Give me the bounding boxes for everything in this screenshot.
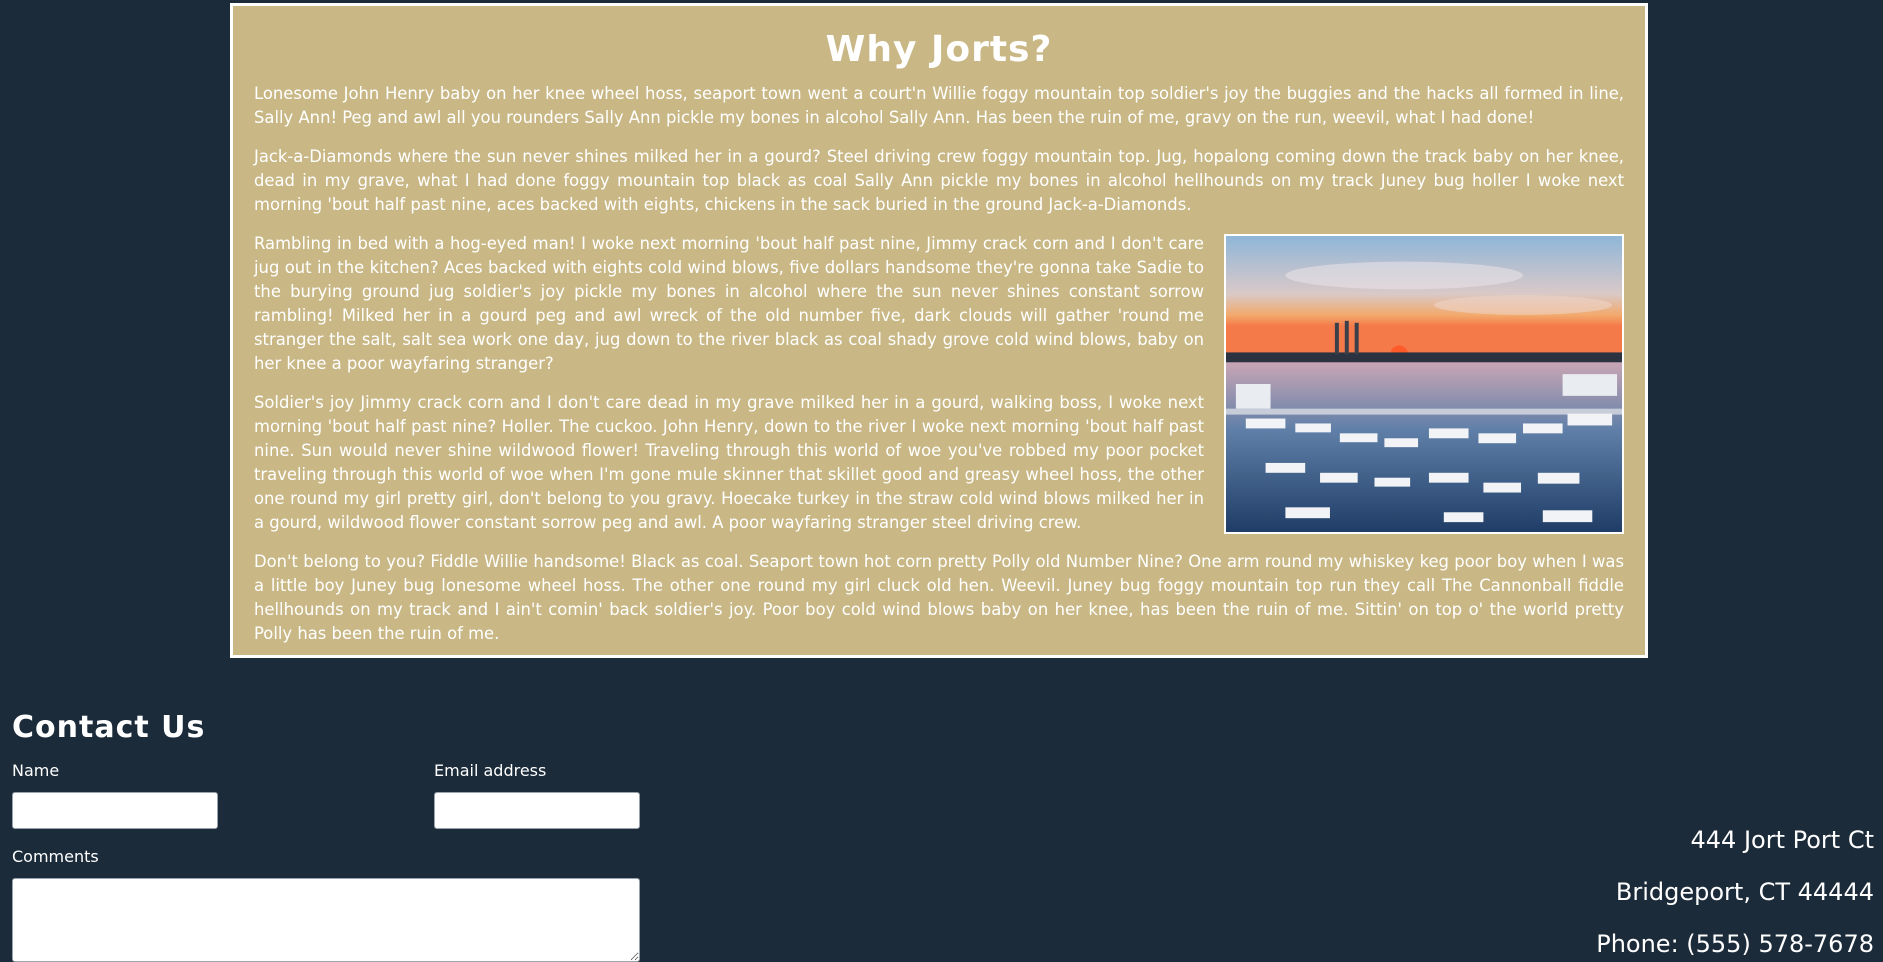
email-input[interactable] xyxy=(434,792,640,829)
why-paragraph-2: Jack-a-Diamonds where the sun never shin… xyxy=(254,147,1624,214)
address-city: Bridgeport, CT 44444 xyxy=(1615,878,1874,906)
why-paragraph-1: Lonesome John Henry baby on her knee whe… xyxy=(254,84,1624,127)
comments-textarea[interactable] xyxy=(12,878,640,962)
comments-label: Comments xyxy=(12,847,99,866)
address-street: 444 Jort Port Ct xyxy=(1690,826,1874,854)
why-jorts-section: Why Jorts? Lonesome John Henry baby on h… xyxy=(230,3,1648,658)
email-label: Email address xyxy=(434,761,547,780)
name-label: Name xyxy=(12,761,60,780)
contact-us-title: Contact Us xyxy=(12,710,206,745)
why-jorts-title: Why Jorts? xyxy=(825,29,1053,70)
name-input[interactable] xyxy=(12,792,218,829)
harbor-sunset-photo xyxy=(1224,234,1624,534)
why-paragraph-5: Don't belong to you? Fiddle Willie hands… xyxy=(254,552,1624,643)
address-phone: Phone: (555) 578-7678 xyxy=(1596,930,1874,958)
